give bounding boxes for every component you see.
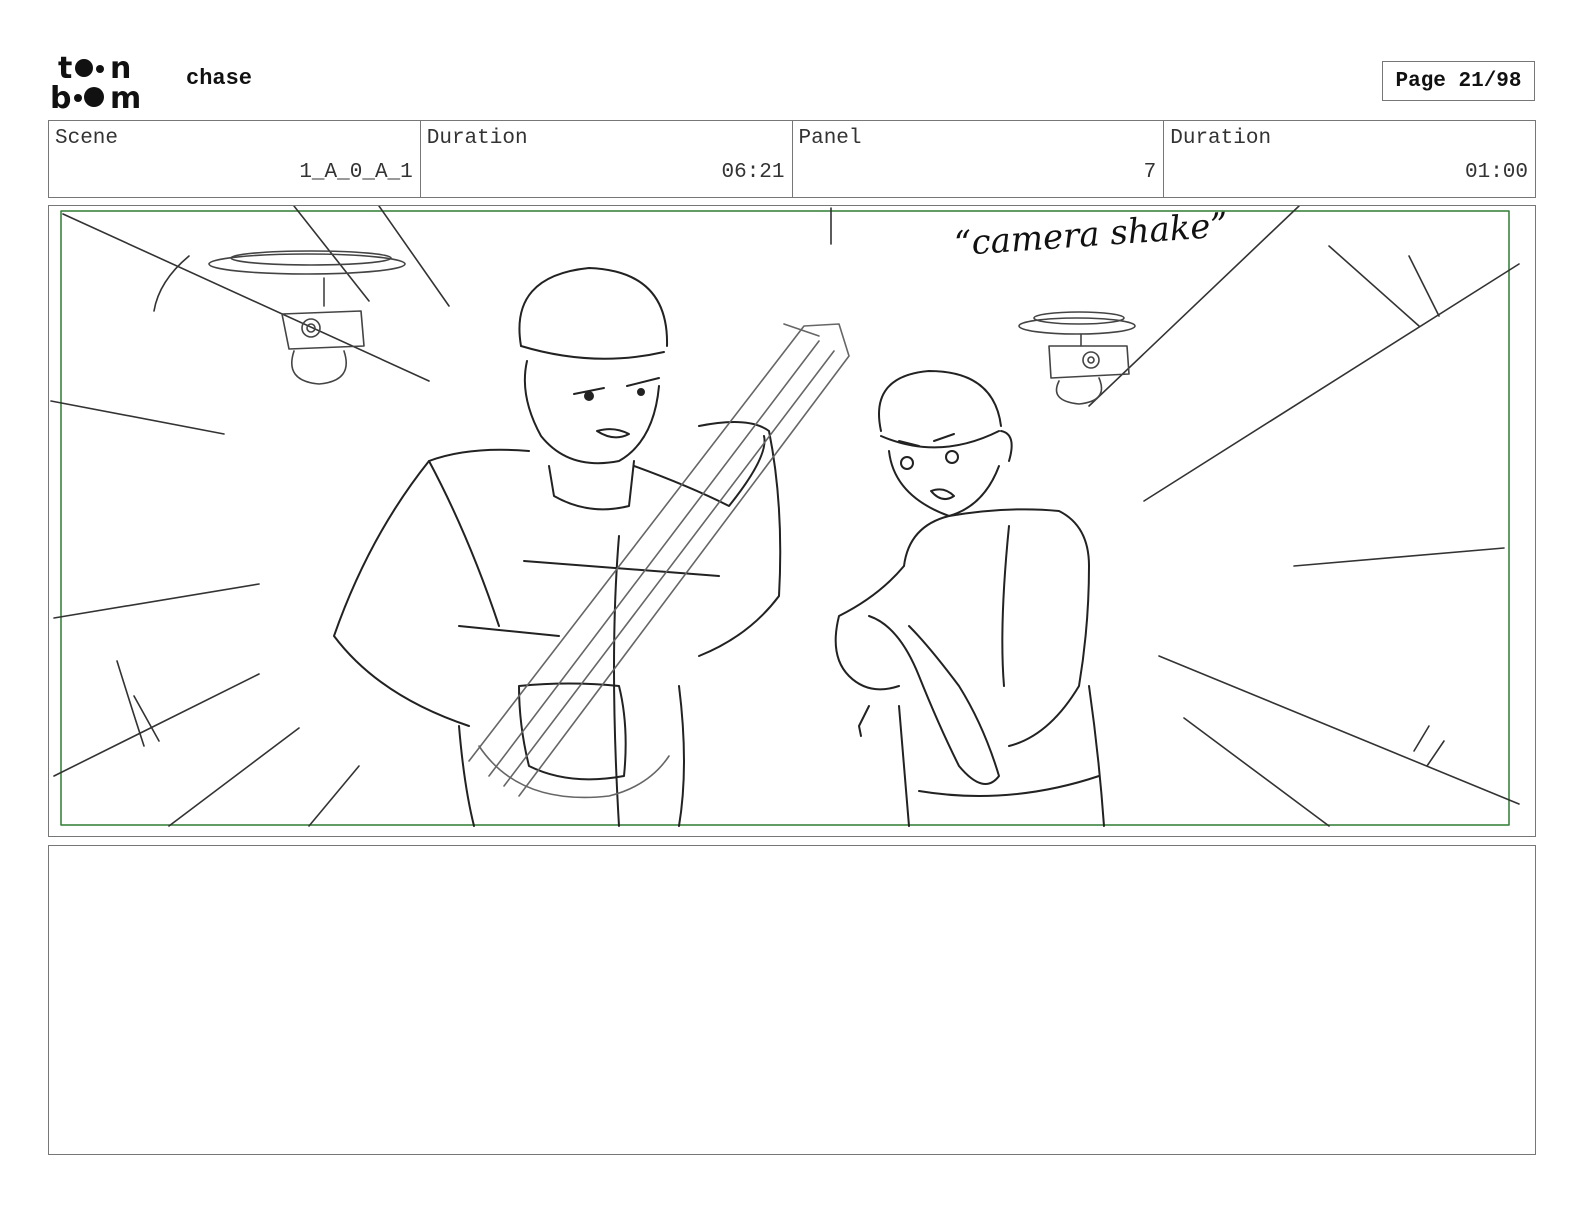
speed-lines <box>50 206 1520 827</box>
safe-frame <box>60 210 1510 826</box>
svg-text:m: m <box>110 81 141 112</box>
project-title: chase <box>186 66 253 91</box>
panel-sketch: “camera shake” <box>50 206 1520 827</box>
scene-label: Scene <box>55 127 119 150</box>
scene-cell: Scene 1_A_0_A_1 <box>49 121 421 197</box>
panel-label: Panel <box>798 127 862 150</box>
scene-duration-label: Duration <box>426 127 528 150</box>
panel-duration-value: 01:00 <box>1464 161 1528 184</box>
svg-text:b: b <box>50 81 71 112</box>
storyboard-panel: “camera shake” <box>48 205 1536 837</box>
camera-shake-annotation: “camera shake” <box>953 206 1229 264</box>
scene-value: 1_A_0_A_1 <box>299 161 413 184</box>
panel-notes-box[interactable] <box>48 845 1536 1155</box>
left-character-sketch <box>333 267 782 827</box>
scene-duration-value: 06:21 <box>721 161 785 184</box>
toon-boom-logo: t n b m <box>50 51 141 112</box>
scene-info-table: Scene 1_A_0_A_1 Duration 06:21 Panel 7 D… <box>48 120 1536 198</box>
right-drone <box>1018 311 1136 405</box>
left-drone <box>208 250 406 385</box>
right-character-sketch <box>834 370 1105 827</box>
panel-duration-label: Duration <box>1170 127 1272 150</box>
page-indicator: Page 21/98 <box>1382 61 1535 101</box>
scene-duration-cell: Duration 06:21 <box>421 121 793 197</box>
panel-duration-cell: Duration 01:00 <box>1164 121 1535 197</box>
panel-cell: Panel 7 <box>793 121 1165 197</box>
panel-value: 7 <box>1143 161 1157 184</box>
